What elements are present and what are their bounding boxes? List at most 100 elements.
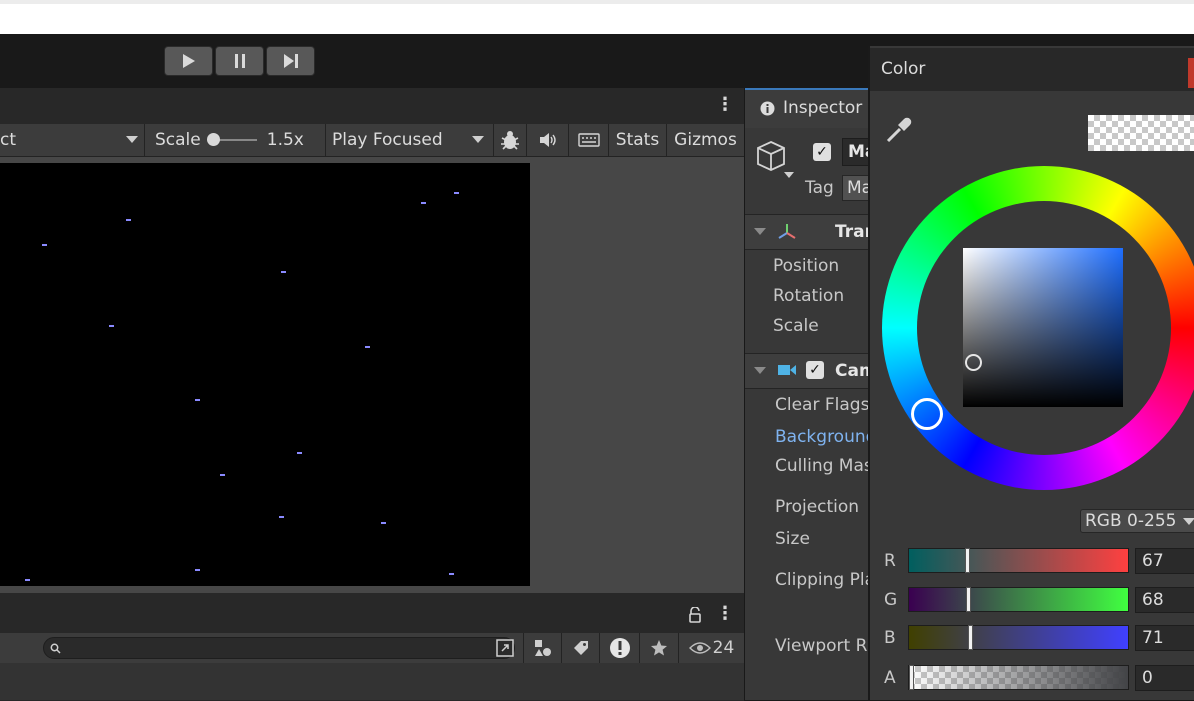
background-label: Background [775, 427, 877, 447]
size-label: Size [775, 529, 810, 549]
filter-errors-button[interactable] [599, 633, 639, 663]
main-toolbar [0, 34, 870, 88]
blue-slider-handle[interactable] [968, 625, 973, 650]
alpha-slider[interactable] [908, 665, 1129, 690]
scale-slider[interactable] [206, 133, 257, 146]
shortcuts-toggle[interactable] [569, 124, 609, 156]
pause-icon [234, 54, 245, 68]
info-icon [760, 101, 775, 116]
color-picker-title: Color [881, 59, 926, 79]
stats-label: Stats [615, 130, 660, 150]
blue-value: 71 [1142, 628, 1164, 648]
camera-icon [778, 365, 796, 375]
red-slider-handle[interactable] [965, 548, 970, 573]
play-mode-select[interactable]: Play Focused [326, 124, 494, 156]
star-particle [195, 569, 200, 571]
game-view-toolbar: ct Scale 1.5x Play Focused Stats Gizmos [0, 124, 744, 157]
tab-inspector[interactable]: Inspector [745, 88, 875, 128]
star-particle [126, 219, 131, 221]
more-options-icon[interactable]: ⋮ [716, 96, 734, 114]
search-input[interactable] [43, 637, 515, 659]
scale-field-label: Scale [773, 316, 819, 336]
red-value-field[interactable]: 67 [1135, 548, 1194, 574]
search-window-icon [496, 639, 514, 657]
viewport-rect-label: Viewport R [775, 636, 868, 656]
green-slider-handle[interactable] [966, 587, 971, 612]
gizmos-button[interactable]: Gizmos [667, 124, 744, 156]
scale-slider-thumb[interactable] [206, 133, 220, 146]
green-slider[interactable] [908, 587, 1129, 612]
star-particle [279, 516, 284, 518]
star-particle [454, 192, 459, 194]
alpha-value: 0 [1142, 668, 1153, 688]
filter-label-button[interactable] [561, 633, 599, 663]
bottom-panel-header: ⋮ [0, 593, 744, 633]
display-select-value: ct [0, 130, 17, 150]
green-value-field[interactable]: 68 [1135, 587, 1194, 613]
saturation-value-handle[interactable] [965, 354, 982, 371]
favorites-button[interactable] [639, 633, 678, 663]
chevron-down-icon [1183, 518, 1194, 525]
green-value: 68 [1142, 590, 1164, 610]
game-viewport[interactable] [0, 163, 530, 586]
debug-toggle[interactable] [494, 124, 527, 156]
search-icon [50, 643, 61, 654]
blue-channel-label: B [884, 628, 896, 648]
warning-icon [609, 638, 630, 658]
star-particle [281, 271, 286, 273]
active-checkbox[interactable]: ✓ [813, 143, 831, 161]
scale-control[interactable]: Scale 1.5x [145, 124, 326, 156]
eyedropper-icon[interactable] [884, 115, 914, 145]
display-select[interactable]: ct [0, 124, 145, 156]
mute-audio-toggle[interactable] [527, 124, 569, 156]
red-value: 67 [1142, 551, 1164, 571]
color-swatch-preview [1088, 115, 1194, 151]
green-channel-label: G [884, 590, 898, 610]
camera-header[interactable]: ✓ Cam [745, 353, 877, 389]
step-button[interactable] [266, 46, 315, 76]
foldout-arrow-icon[interactable] [754, 367, 766, 374]
hue-handle[interactable] [911, 398, 943, 430]
hidden-count: 24 [712, 638, 735, 658]
star-particle [25, 579, 30, 581]
projection-label: Projection [775, 497, 860, 517]
culling-mask-label: Culling Mas [775, 456, 873, 476]
pause-button[interactable] [215, 46, 264, 76]
filter-type-button[interactable] [523, 633, 561, 663]
red-channel-label: R [884, 551, 896, 571]
blue-slider[interactable] [908, 625, 1129, 650]
transform-icon [778, 224, 796, 239]
scale-label: Scale [155, 130, 201, 150]
transform-header[interactable]: Tran [745, 214, 877, 250]
play-mode-value: Play Focused [332, 130, 443, 150]
alpha-slider-handle[interactable] [909, 665, 914, 690]
chevron-down-icon [472, 136, 484, 143]
close-button[interactable] [1188, 58, 1194, 88]
search-options-button[interactable] [490, 633, 520, 663]
star-particle [381, 522, 386, 524]
lock-icon[interactable] [688, 607, 702, 623]
bottom-panel-toolbar: 24 [0, 633, 744, 663]
play-button[interactable] [164, 46, 213, 76]
star-particle [449, 573, 454, 575]
saturation-value-square[interactable] [963, 248, 1123, 407]
rotation-label: Rotation [773, 286, 845, 306]
alpha-gradient [909, 666, 1128, 689]
stats-button[interactable]: Stats [609, 124, 667, 156]
red-slider[interactable] [908, 548, 1129, 573]
gizmos-label: Gizmos [674, 130, 737, 150]
shapes-icon [534, 640, 551, 656]
alpha-value-field[interactable]: 0 [1135, 665, 1194, 691]
star-particle [365, 346, 370, 348]
blue-value-field[interactable]: 71 [1135, 625, 1194, 651]
color-picker-titlebar: Color [870, 48, 1194, 91]
more-options-icon[interactable]: ⋮ [716, 605, 734, 623]
camera-enabled-checkbox[interactable]: ✓ [806, 361, 824, 379]
host-window-bar [0, 0, 1194, 34]
color-mode-dropdown[interactable]: RGB 0-255 [1080, 509, 1194, 533]
star-icon [651, 640, 667, 656]
hidden-count-toggle[interactable]: 24 [678, 633, 744, 663]
tag-icon [573, 641, 588, 655]
gameobject-cube-icon[interactable] [756, 140, 796, 182]
foldout-arrow-icon[interactable] [754, 228, 766, 235]
